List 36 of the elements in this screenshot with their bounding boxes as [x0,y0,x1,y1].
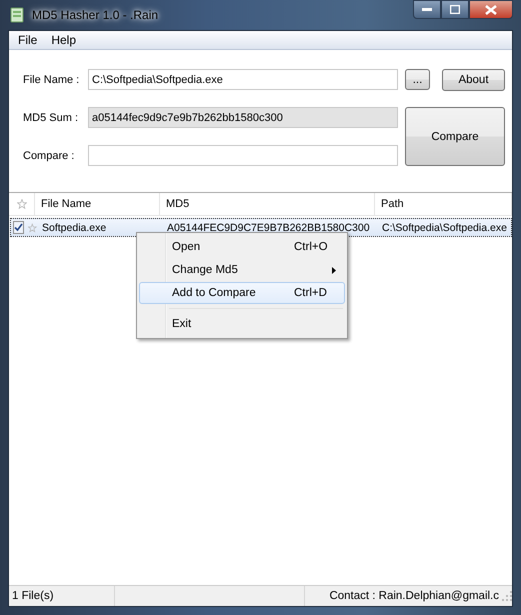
compare-field[interactable] [88,145,398,166]
check-icon [14,223,24,232]
contact-text: Contact : Rain.Delphian@gmail.c [328,589,500,604]
context-menu-item[interactable]: Open Ctrl+O [139,236,345,258]
star-icon [28,222,37,232]
window-title: MD5 Hasher 1.0 - .Rain [32,8,158,22]
menu-item[interactable]: File [11,33,44,47]
compare-button[interactable]: Compare [405,107,505,166]
checkbox[interactable] [13,221,24,234]
close-icon [485,4,497,14]
context-menu-item[interactable]: Exit [139,313,345,335]
field-label: File Name : [23,74,80,86]
context-menu-item[interactable]: Change Md5 [139,259,345,281]
app-icon [10,7,24,23]
column-header[interactable]: Path [375,193,512,215]
field-label: MD5 Sum : [23,112,80,124]
maximize-button[interactable] [441,0,469,19]
table-cell-text: C:\Softpedia\Softpedia.exe [381,220,508,236]
column-header[interactable]: File Name [35,193,160,215]
about-button[interactable]: About [442,68,505,90]
context-menu-item[interactable]: Add to Compare Ctrl+D [139,282,345,304]
md5-sum-field[interactable]: a05144fec9d9c7e9b7b262bb1580c300 [88,107,398,128]
column-header[interactable]: MD5 [160,193,375,215]
minimize-button[interactable] [413,0,441,19]
minimize-icon [422,8,432,12]
file-name-field[interactable]: C:\Softpedia\Softpedia.exe [88,69,398,90]
resize-grip-icon [502,591,512,601]
maximize-icon [450,5,460,14]
close-button[interactable] [469,0,513,19]
star-icon [16,199,26,209]
file-count: 1 File(s) [9,586,115,606]
browse-button[interactable]: ... [405,69,430,90]
field-label: Compare : [23,150,76,162]
table-cell-text: Softpedia.exe [41,220,108,236]
menu-item[interactable]: Help [44,33,84,47]
table-cell-text: A05144FEC9D9C7E9B7B262BB1580C300 [166,220,371,236]
